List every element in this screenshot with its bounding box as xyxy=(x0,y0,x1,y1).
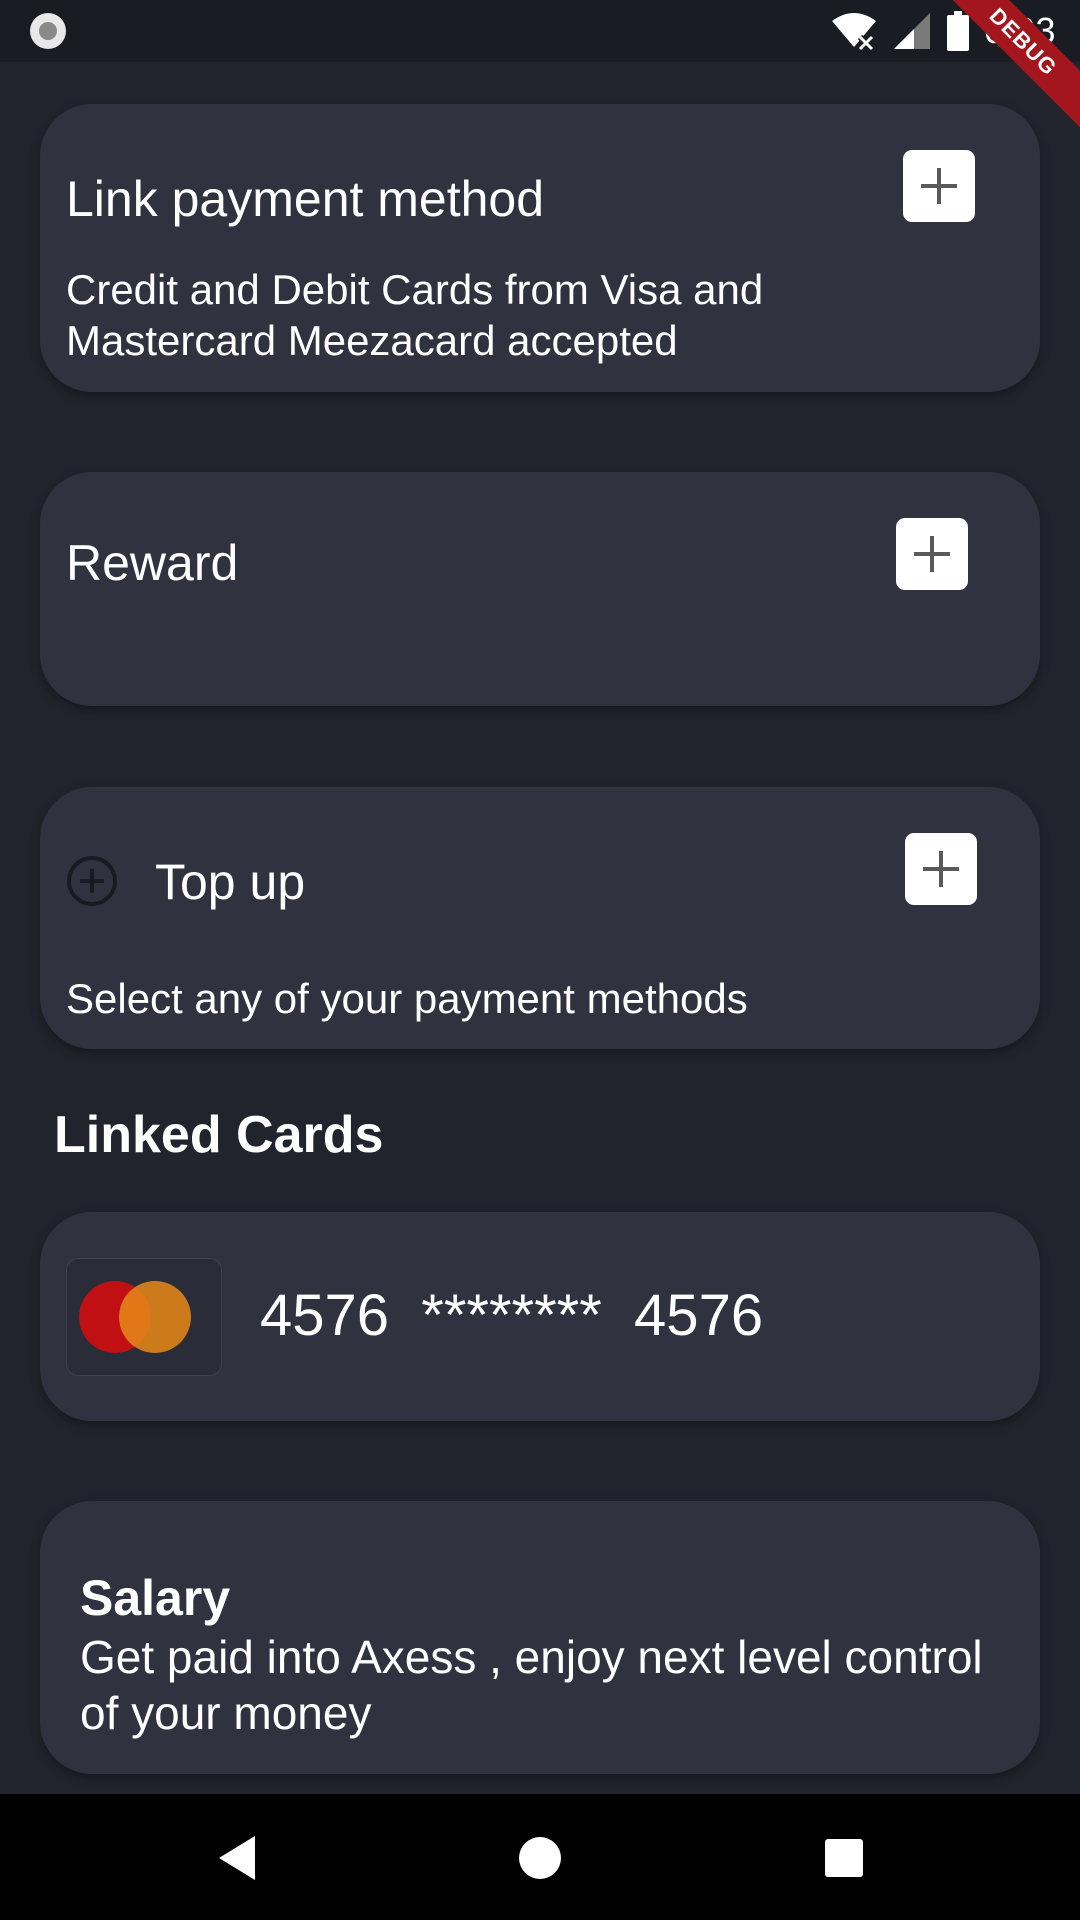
mastercard-orange-circle xyxy=(119,1281,191,1353)
recents-button[interactable] xyxy=(814,1828,874,1888)
recents-icon xyxy=(825,1839,863,1877)
plus-icon xyxy=(923,851,959,887)
wifi-off-icon xyxy=(831,13,876,51)
add-circle-icon xyxy=(67,856,117,906)
reward-card[interactable]: Reward xyxy=(40,472,1040,706)
top-up-title: Top up xyxy=(155,854,306,910)
back-button[interactable] xyxy=(207,1828,267,1888)
link-payment-subtitle: Credit and Debit Cards from Visa and Mas… xyxy=(66,266,764,364)
home-icon xyxy=(519,1837,561,1879)
linked-card-item[interactable]: 4576 ******** 4576 xyxy=(40,1212,1040,1421)
linked-cards-heading: Linked Cards xyxy=(54,1106,384,1164)
back-icon xyxy=(219,1836,255,1880)
link-payment-add-button[interactable] xyxy=(903,150,975,222)
top-up-add-button[interactable] xyxy=(905,833,977,905)
home-button[interactable] xyxy=(510,1828,570,1888)
reward-add-button[interactable] xyxy=(896,518,968,590)
navigation-bar xyxy=(0,1794,1080,1920)
screen: 6:03 DEBUG Link payment method Credit an… xyxy=(0,0,1080,1920)
salary-title: Salary xyxy=(80,1570,231,1626)
plus-icon xyxy=(914,536,950,572)
reward-title: Reward xyxy=(66,535,239,591)
salary-text: Get paid into Axess , enjoy next level c… xyxy=(80,1631,983,1739)
battery-icon xyxy=(946,11,969,51)
plus-icon xyxy=(921,168,957,204)
status-bar: 6:03 xyxy=(0,0,1080,62)
link-payment-card[interactable]: Link payment method Credit and Debit Car… xyxy=(40,104,1040,392)
cell-signal-icon xyxy=(893,13,930,49)
card-number: 4576 ******** 4576 xyxy=(260,1283,764,1348)
top-up-subtitle: Select any of your payment methods xyxy=(66,975,748,1022)
top-up-card[interactable]: Top up Select any of your payment method… xyxy=(40,787,1040,1049)
link-payment-title: Link payment method xyxy=(66,171,545,227)
record-icon xyxy=(30,13,66,49)
salary-card[interactable]: Salary Get paid into Axess , enjoy next … xyxy=(40,1501,1040,1774)
mastercard-logo xyxy=(66,1258,222,1376)
